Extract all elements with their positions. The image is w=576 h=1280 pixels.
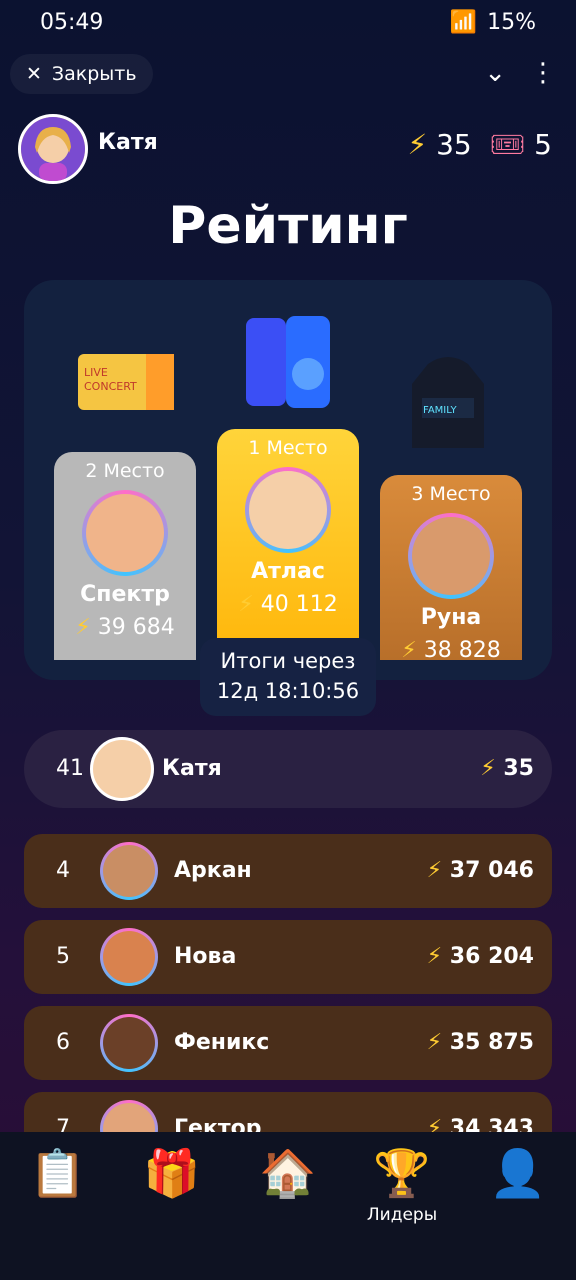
nav-profile[interactable]: 👤 [468, 1146, 568, 1201]
avatar-ring [82, 490, 168, 576]
gift-icon: 🎁 [143, 1146, 201, 1200]
player-name: Атлас [251, 559, 325, 584]
avatar [249, 471, 327, 549]
place-label: 2 Место [85, 460, 165, 482]
player-name: Катя [162, 756, 222, 781]
avatar [90, 737, 154, 801]
rank: 5 [56, 944, 70, 969]
avatar [103, 1017, 155, 1069]
timer-value: 12д 18:10:56 [216, 679, 360, 703]
rank: 6 [56, 1030, 70, 1055]
current-user-row[interactable]: 41 Катя ⚡ 35 [24, 730, 552, 808]
nav-gifts[interactable]: 🎁 [122, 1146, 222, 1201]
avatar-ring [408, 513, 494, 599]
avatar-ring [100, 842, 158, 900]
energy-balance: ⚡ 35 [407, 128, 472, 161]
place-label: 1 Место [248, 437, 328, 459]
lightning-icon: ⚡ [407, 128, 428, 161]
player-name: Спектр [80, 582, 170, 607]
status-icons: 📶 15% [450, 10, 536, 35]
close-button[interactable]: ✕ Закрыть [10, 54, 153, 94]
close-icon: ✕ [26, 63, 42, 85]
hoodie-icon: FAMILY [408, 354, 488, 454]
ticket-icon: 🎟 [489, 128, 526, 161]
lightning-icon: ⚡ [238, 592, 254, 617]
avatar [103, 931, 155, 983]
leader-row[interactable]: 6 Феникс ⚡ 35 875 [24, 1006, 552, 1080]
balance: ⚡ 35 🎟 5 [408, 128, 553, 161]
wifi-icon: 📶 [449, 10, 478, 35]
nav-label-leaders: Лидеры [366, 1205, 438, 1225]
svg-text:CONCERT: CONCERT [84, 380, 137, 393]
svg-text:FAMILY: FAMILY [423, 405, 457, 416]
rank: 41 [56, 756, 84, 781]
lightning-icon: ⚡ [426, 1030, 443, 1055]
leader-row[interactable]: 5 Нова ⚡ 36 204 [24, 920, 552, 994]
chevron-down-icon[interactable]: ⌄ [484, 58, 506, 88]
player-score: ⚡ 35 875 [426, 1030, 534, 1055]
svg-text:LIVE: LIVE [84, 366, 108, 379]
nav-tasks[interactable]: 📋 [8, 1146, 108, 1201]
avatar [103, 845, 155, 897]
player-score: ⚡ 38 828 [401, 638, 501, 663]
lightning-icon: ⚡ [480, 756, 496, 781]
player-score: ⚡ 39 684 [75, 615, 175, 640]
podium-card-third[interactable]: 3 Место Руна ⚡ 38 828 [380, 475, 522, 663]
house-icon: 🏠 [259, 1146, 317, 1200]
status-time: 05:49 [40, 10, 104, 35]
battery-percent: 15% [487, 10, 536, 35]
lightning-icon: ⚡ [426, 944, 443, 969]
concert-ticket-icon: LIVE CONCERT [76, 346, 176, 420]
ticket-balance: 🎟 5 [489, 128, 552, 161]
avatar-ring [100, 1014, 158, 1072]
player-score: ⚡ 36 204 [426, 944, 534, 969]
girl-avatar-icon [21, 117, 85, 181]
player-score: ⚡ 40 112 [238, 592, 338, 617]
page-title: Рейтинг [168, 196, 408, 256]
nav-home[interactable]: 🏠 [238, 1146, 338, 1201]
avatar [412, 517, 490, 595]
place-label: 3 Место [411, 483, 491, 505]
avatar-ring [245, 467, 331, 553]
podium: LIVE CONCERT FAMILY 2 Место Спектр ⚡ 39 6… [24, 280, 552, 680]
trophy-icon: 🏆 [373, 1146, 431, 1200]
player-name: Аркан [174, 858, 252, 883]
player-score: ⚡ 35 [480, 756, 534, 781]
player-name: Руна [420, 605, 482, 630]
nav-leaders[interactable]: 🏆 Лидеры [352, 1146, 452, 1225]
avatar [86, 494, 164, 572]
rank: 4 [56, 858, 70, 883]
lightning-icon: ⚡ [75, 615, 91, 640]
timer-label: Итоги через [220, 649, 356, 673]
leader-row[interactable]: 4 Аркан ⚡ 37 046 [24, 834, 552, 908]
lightning-icon: ⚡ [426, 858, 443, 883]
avatar-ring [100, 928, 158, 986]
smartphone-icon [244, 314, 334, 414]
more-icon[interactable]: ⋮ [530, 58, 556, 88]
player-score: ⚡ 37 046 [426, 858, 534, 883]
profile-icon: 👤 [489, 1146, 547, 1200]
top-actions: ⌄ ⋮ [484, 58, 556, 88]
bottom-nav: 📋 🎁 🏠 🏆 Лидеры 👤 [0, 1132, 576, 1280]
player-name: Нова [174, 944, 237, 969]
user-name: Катя [98, 130, 158, 155]
lightning-icon: ⚡ [401, 638, 417, 663]
results-timer: Итоги через 12д 18:10:56 [200, 638, 376, 716]
podium-card-first[interactable]: 1 Место Атлас ⚡ 40 112 [217, 429, 359, 660]
podium-card-second[interactable]: 2 Место Спектр ⚡ 39 684 [54, 452, 196, 660]
avatar[interactable] [18, 114, 88, 184]
checklist-icon: 📋 [29, 1146, 87, 1200]
close-label: Закрыть [51, 63, 137, 85]
player-name: Феникс [174, 1030, 270, 1055]
